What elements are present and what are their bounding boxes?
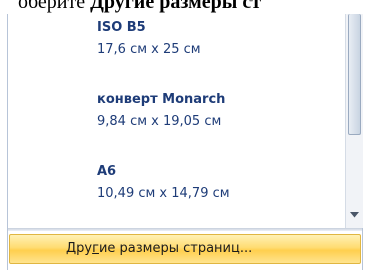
more-page-sizes-button[interactable]: Другие размеры страниц...: [9, 234, 361, 264]
menu-separator: [8, 228, 362, 231]
page-size-name: ISO B5: [97, 20, 146, 35]
page-size-name: конверт Monarch: [97, 92, 226, 107]
page-size-option-a6[interactable]: A6 10,49 см x 14,79 см: [8, 154, 344, 214]
heading-text: оберите Другие размеры ст: [18, 0, 370, 13]
page-size-dims: 17,6 см x 25 см: [97, 42, 201, 57]
more-page-sizes-label: Другие размеры страниц...: [66, 241, 253, 256]
page-size-list: ISO B5 17,6 см x 25 см конверт Monarch 9…: [8, 14, 344, 228]
triangle-down-icon[interactable]: [348, 207, 361, 223]
page-size-option-iso-b5[interactable]: ISO B5 17,6 см x 25 см: [8, 14, 344, 74]
vertical-scrollbar[interactable]: [345, 14, 363, 228]
document-heading-fragment: оберите Другие размеры ст: [0, 0, 370, 14]
page-size-name: A6: [97, 164, 117, 179]
accelerator-key: г: [92, 241, 99, 256]
heading-prefix: оберите: [18, 0, 91, 13]
scrollbar-thumb[interactable]: [348, 14, 361, 135]
page-size-option-monarch[interactable]: конверт Monarch 9,84 см x 19,05 см: [8, 84, 344, 144]
page-size-dims: 9,84 см x 19,05 см: [97, 114, 222, 129]
page-size-dropdown-menu: ISO B5 17,6 см x 25 см конверт Monarch 9…: [7, 14, 363, 270]
heading-bold: Другие размеры ст: [90, 0, 262, 13]
page-size-dims: 10,49 см x 14,79 см: [97, 186, 230, 201]
